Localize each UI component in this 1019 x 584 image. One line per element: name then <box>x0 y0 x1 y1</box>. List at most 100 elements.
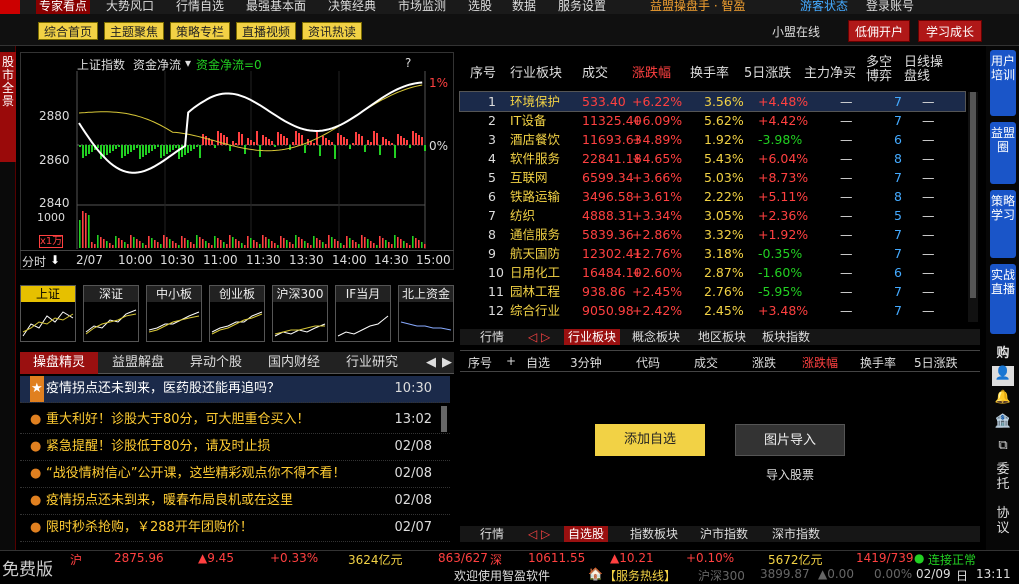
table-row[interactable]: 3 酒店餐饮 11693.63 +4.89% 1.92% -3.98% —6— <box>460 130 965 149</box>
table-row[interactable]: 11 园林工程 938.86 +2.45% 2.76% -5.95% — 7 — <box>460 282 965 301</box>
buy-icon[interactable]: 购 <box>992 342 1014 362</box>
table-row[interactable]: 1 环境保护 533.40 +6.22% 3.56% +4.48% — 7 — <box>459 91 966 112</box>
col-seq[interactable]: 序号 <box>470 62 496 81</box>
table-row[interactable]: 5 互联网 6599.34 +3.66% 5.03% +8.73% — 7 — <box>460 168 965 187</box>
news-tab-0[interactable]: 操盘精灵 <box>20 352 98 374</box>
rtab-circle[interactable]: 益盟圈 <box>990 122 1016 184</box>
tab-market[interactable]: 行情 <box>480 329 504 345</box>
col-change-pct[interactable]: 涨跌幅 <box>802 354 838 371</box>
online-service-link[interactable]: 小盟在线 <box>772 23 820 40</box>
col-turnover[interactable]: 换手率 <box>690 62 729 81</box>
thumb-northbound[interactable]: 北上资金 <box>398 285 454 342</box>
news-tab-3[interactable]: 国内财经 <box>256 352 332 374</box>
nav-strategy-button[interactable]: 策略专栏 <box>170 22 230 40</box>
nav-video-button[interactable]: 直播视频 <box>236 22 296 40</box>
tab-market[interactable]: 行情 <box>480 526 504 542</box>
tab-sh-index[interactable]: 沪市指数 <box>700 526 748 542</box>
user-icon[interactable]: 👤 <box>992 366 1014 386</box>
scroll-thumb[interactable] <box>970 92 976 298</box>
alert-icon[interactable]: 🔔 <box>992 390 1014 410</box>
menu-item-3[interactable]: 最强基本面 <box>246 0 306 14</box>
tab-index-sector[interactable]: 指数板块 <box>630 526 678 542</box>
tab-region[interactable]: 地区板块 <box>698 329 746 345</box>
hotline-label[interactable]: 【服务热线】 <box>604 567 676 584</box>
nav-home-button[interactable]: 综合首页 <box>38 22 98 40</box>
protocol-button[interactable]: 协议 <box>992 506 1014 538</box>
col-sector[interactable]: 行业板块 <box>510 62 562 81</box>
thumb-hs300[interactable]: 沪深300 <box>272 285 328 342</box>
menu-item-0[interactable]: 专家看点 <box>36 0 91 14</box>
menu-item-4[interactable]: 决策经典 <box>328 0 376 14</box>
news-tab-4[interactable]: 行业研究 <box>334 352 410 374</box>
col-code[interactable]: 代码 <box>636 354 660 371</box>
nav-news-button[interactable]: 资讯热读 <box>302 22 362 40</box>
rtab-live[interactable]: 实战直播 <box>990 264 1016 334</box>
col-longshort[interactable]: 多空博弈 <box>866 56 896 84</box>
table-row[interactable]: 8 通信服务 5839.36 +2.86% 3.32% +1.92% — 7 — <box>460 225 965 244</box>
nav-theme-button[interactable]: 主题聚焦 <box>104 22 164 40</box>
news-item[interactable]: ● 疫情拐点还未到来，暖春布局良机或在这里 02/08 <box>20 488 450 515</box>
menu-item-8[interactable]: 服务设置 <box>558 0 606 14</box>
table-row[interactable]: 6 铁路运输 3496.58 +3.61% 2.22% +5.11% — 8 — <box>460 187 965 206</box>
col-seq[interactable]: 序号 <box>468 354 492 371</box>
chevron-left-icon[interactable]: ◀ <box>424 352 438 374</box>
learn-button[interactable]: 学习成长 <box>918 20 982 42</box>
menu-item-2[interactable]: 行情自选 <box>176 0 224 14</box>
news-item[interactable]: ● 紧急提醒！诊股低于80分，请及时止损 02/08 <box>20 434 450 461</box>
col-watch[interactable]: 自选 <box>526 354 550 371</box>
col-3min[interactable]: 3分钟 <box>570 354 602 371</box>
news-item[interactable]: ★ 疫情拐点还未到来，医药股还能再追吗？ 10:30 <box>20 376 450 403</box>
thumb-if[interactable]: IF当月 <box>335 285 391 342</box>
image-import-button[interactable]: 图片导入 <box>735 424 845 456</box>
tab-sector-index[interactable]: 板块指数 <box>762 329 810 345</box>
menu-item-1[interactable]: 大势风口 <box>106 0 154 14</box>
sector-scrollbar[interactable] <box>968 92 978 322</box>
menu-item-5[interactable]: 市场监测 <box>398 0 446 14</box>
news-item[interactable]: ● “战役情树信心”公开课，这些精彩观点你不得不看！ 02/08 <box>20 461 450 488</box>
col-mainflow[interactable]: 主力净买 <box>804 62 856 81</box>
thumb-gem[interactable]: 创业板 <box>209 285 265 342</box>
down-arrow-icon[interactable]: ⬇ <box>50 253 60 267</box>
market-overview-tab[interactable]: 股市全景 <box>0 52 16 162</box>
thumb-smb[interactable]: 中小板 <box>146 285 202 342</box>
news-item[interactable]: ● 限时秒杀抢购，￥288开年团购价！ 02/07 <box>20 515 450 542</box>
free-version-label[interactable]: 免费版 <box>2 555 53 580</box>
news-scrollbar[interactable] <box>441 406 447 432</box>
col-volume[interactable]: 成交 <box>694 354 718 371</box>
news-tab-2[interactable]: 异动个股 <box>178 352 254 374</box>
col-change-pct[interactable]: 涨跌幅 <box>632 62 671 81</box>
col-volume[interactable]: 成交 <box>582 62 608 81</box>
login-link[interactable]: 登录账号 <box>866 0 914 14</box>
open-account-button[interactable]: 低佣开户 <box>848 20 910 42</box>
col-5day[interactable]: 5日涨跌 <box>914 354 958 371</box>
news-tab-1[interactable]: 益盟解盘 <box>100 352 176 374</box>
menu-item-7[interactable]: 数据 <box>512 0 536 14</box>
rtab-training[interactable]: 用户培训 <box>990 50 1016 116</box>
entrust-button[interactable]: 委托 <box>992 462 1014 494</box>
tab-concept[interactable]: 概念板块 <box>632 329 680 345</box>
thumb-sz[interactable]: 深证 <box>83 285 139 342</box>
col-dayline[interactable]: 日线操盘线 <box>904 56 948 84</box>
menu-item-6[interactable]: 选股 <box>468 0 492 14</box>
col-5day[interactable]: 5日涨跌 <box>744 62 791 81</box>
add-col-icon[interactable]: + <box>506 354 516 368</box>
table-row[interactable]: 9 航天国防 12302.41 +2.76% 3.18% -0.35% —7— <box>460 244 965 263</box>
col-turnover[interactable]: 换手率 <box>860 354 896 371</box>
tab-sz-index[interactable]: 深市指数 <box>772 526 820 542</box>
nav-arrows-icon[interactable]: ◁ ▷ <box>528 526 550 542</box>
news-item[interactable]: ● 重大利好！诊股大于80分，可大胆重仓买入！ 13:02 <box>20 407 450 434</box>
period-label[interactable]: 分时 <box>22 253 46 270</box>
chevron-right-icon[interactable]: ▶ <box>440 352 454 374</box>
table-row[interactable]: 12 综合行业 9050.98 +2.42% 2.45% +3.48% — 7 — <box>460 301 965 320</box>
nav-arrows-icon[interactable]: ◁ ▷ <box>528 329 550 345</box>
table-row[interactable]: 7 纺织 4888.31 +3.34% 3.05% +2.36% — 5 — <box>460 206 965 225</box>
table-row[interactable]: 2 IT设备 11325.40 +6.09% 5.62% +4.42% —7— <box>460 111 965 130</box>
tab-industry[interactable]: 行业板块 <box>564 329 621 345</box>
col-change[interactable]: 涨跌 <box>752 354 776 371</box>
tool-icon[interactable]: ⧉ <box>992 438 1014 458</box>
add-watch-button[interactable]: 添加自选 <box>595 424 705 456</box>
tab-watchlist[interactable]: 自选股 <box>564 526 609 542</box>
trade-icon[interactable]: 🏦 <box>992 414 1014 434</box>
table-row[interactable]: 10 日用化工 16484.10 +2.60% 2.87% -1.60% —6— <box>460 263 965 282</box>
rtab-strategy[interactable]: 策略学习 <box>990 190 1016 258</box>
